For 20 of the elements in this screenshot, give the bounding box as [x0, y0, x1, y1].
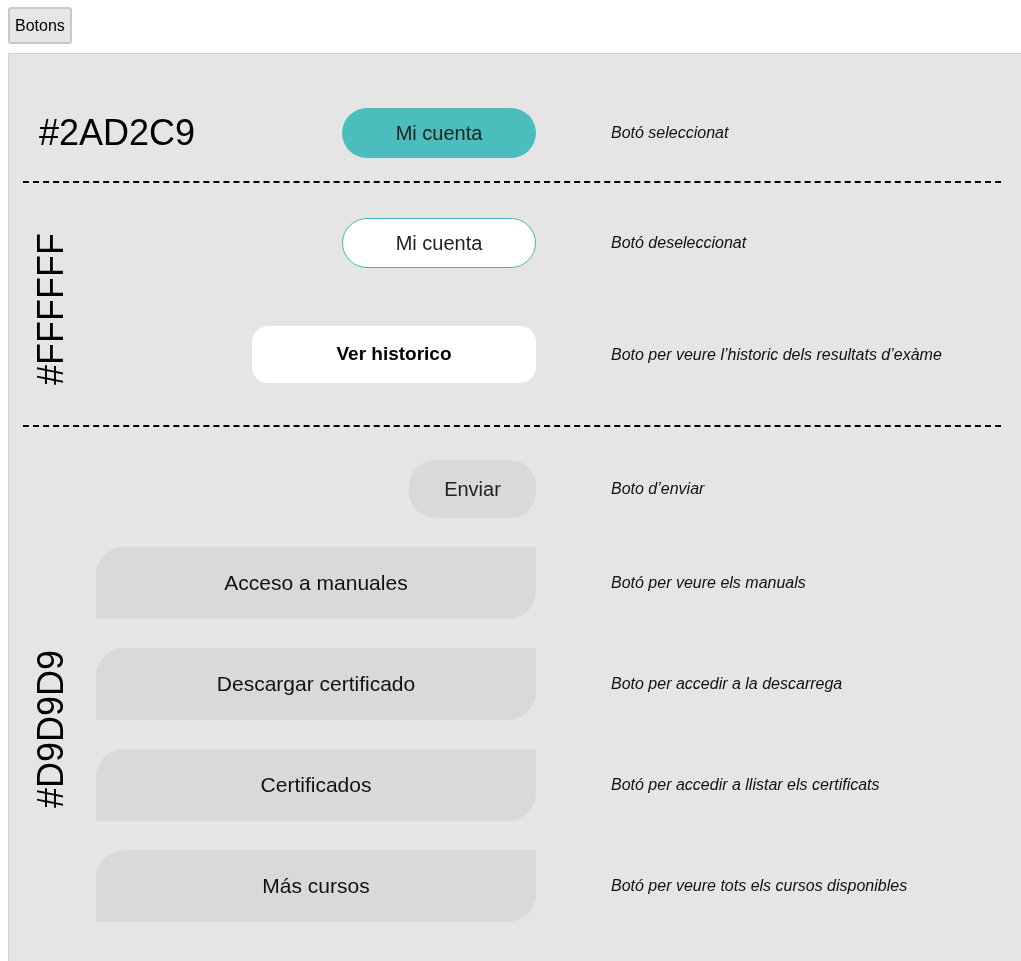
action-button[interactable]: Certificados	[96, 749, 536, 821]
action-button[interactable]: Más cursos	[96, 850, 536, 922]
button-description: Botó per accedir a llistar els certificats	[611, 775, 880, 795]
button-description: Botó per veure els manuals	[611, 573, 806, 593]
action-button[interactable]: Descargar certificado	[96, 648, 536, 720]
button-description: Boto per accedir a la descarrega	[611, 674, 843, 694]
action-button[interactable]: Ver historico	[252, 326, 536, 383]
action-button[interactable]: Mi cuenta	[342, 218, 536, 268]
action-button[interactable]: Mi cuenta	[342, 108, 536, 158]
button-description: Boto d’enviar	[611, 479, 705, 499]
action-button[interactable]: Acceso a manuales	[96, 547, 536, 619]
color-code-label: #2AD2C9	[39, 115, 196, 151]
button-description: Botó seleccionat	[611, 123, 729, 143]
color-code-label: #D9D9D9	[33, 650, 69, 809]
action-button[interactable]: Enviar	[409, 460, 536, 518]
button-description: Botó per veure tots els cursos disponibles	[611, 876, 908, 896]
button-description: Boto per veure l’historic dels resultats d’exàme	[611, 344, 942, 365]
button-description: Botó deseleccionat	[611, 233, 747, 253]
botons-button[interactable]: Botons	[8, 7, 72, 44]
color-code-label: #FFFFFF	[33, 233, 69, 385]
